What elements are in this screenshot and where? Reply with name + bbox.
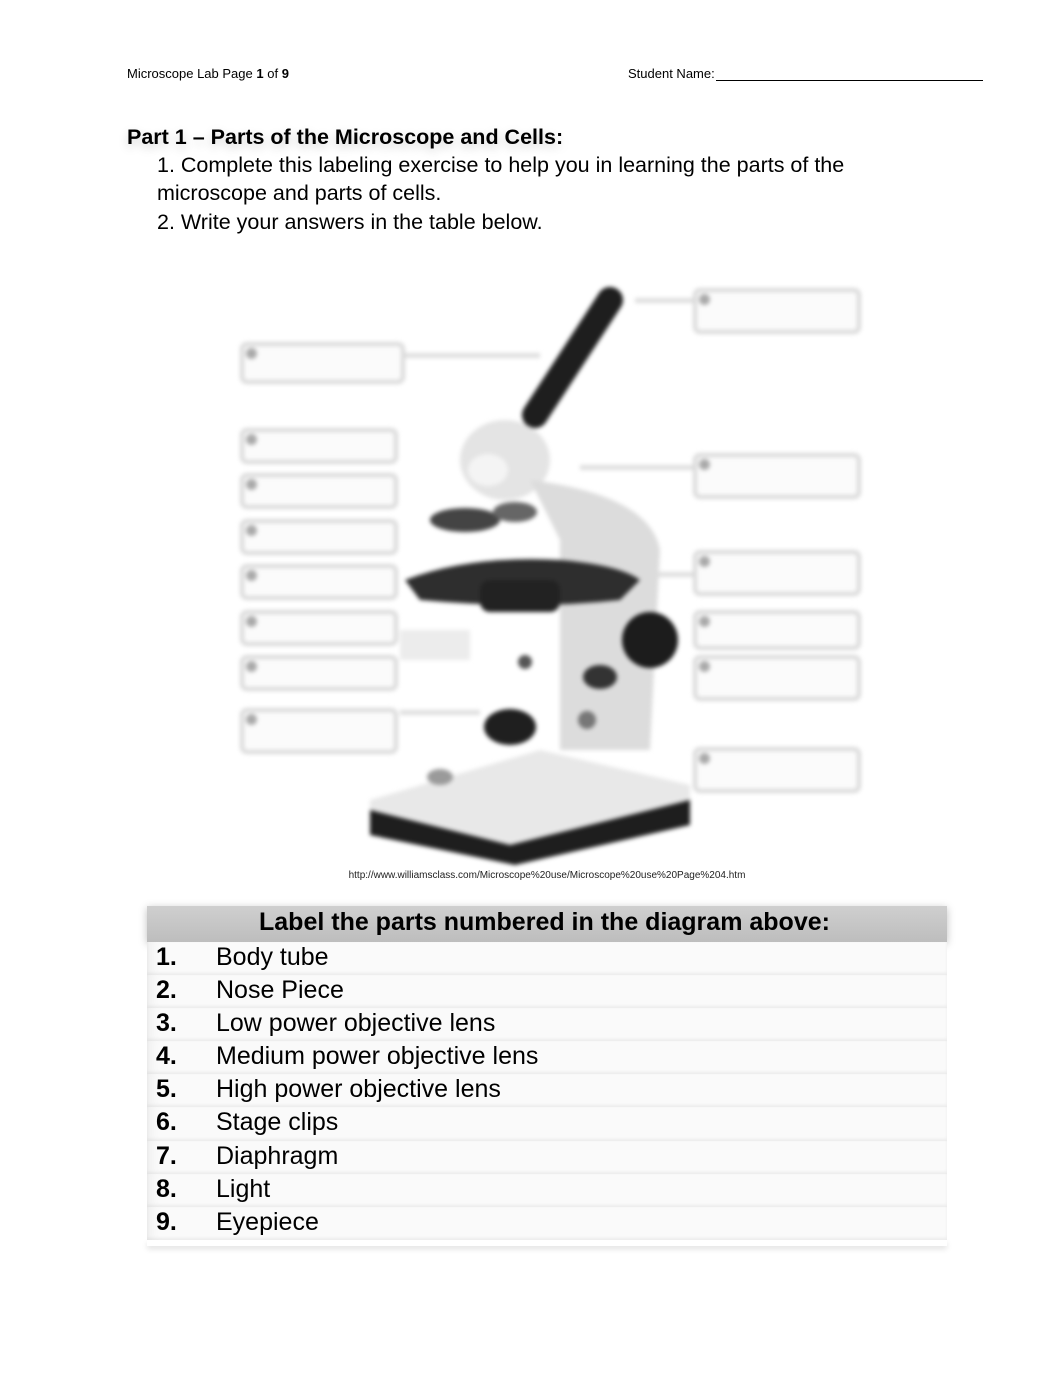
- label-number-dot: [246, 661, 257, 672]
- row-answer[interactable]: Medium power objective lens: [216, 1042, 538, 1071]
- label-number-dot: [246, 714, 257, 725]
- row-number: 7.: [156, 1141, 177, 1170]
- leader-line: [400, 353, 540, 358]
- label-number-dot: [246, 616, 257, 627]
- coarse-focus-knob: [622, 612, 678, 668]
- eyepiece-tube: [522, 287, 623, 428]
- label-number-dot: [246, 434, 257, 445]
- row-number: 3.: [156, 1009, 177, 1038]
- table-row: 6. Stage clips: [147, 1107, 947, 1141]
- label-number-dot: [699, 459, 710, 470]
- row-number: 2.: [156, 976, 177, 1005]
- label-box[interactable]: [693, 655, 861, 701]
- label-box[interactable]: [240, 708, 398, 754]
- doc-title: Microscope Lab Page: [127, 66, 253, 81]
- row-number: 9.: [156, 1207, 177, 1236]
- row-answer[interactable]: High power objective lens: [216, 1075, 501, 1104]
- leader-line: [400, 710, 480, 715]
- row-number: 6.: [156, 1108, 177, 1137]
- row-number: 4.: [156, 1042, 177, 1071]
- label-box[interactable]: [693, 747, 861, 793]
- student-name-field: Student Name:: [628, 66, 983, 81]
- label-number-dot: [699, 661, 710, 672]
- leader-line: [635, 298, 695, 303]
- row-answer[interactable]: Eyepiece: [216, 1208, 319, 1237]
- objective-lens: [430, 508, 500, 532]
- row-number: 5.: [156, 1075, 177, 1104]
- student-name-label: Student Name:: [628, 66, 715, 81]
- microscope-diagram: [230, 280, 870, 865]
- row-answer[interactable]: Stage clips: [216, 1108, 338, 1137]
- table-row: 2. Nose Piece: [147, 975, 947, 1009]
- answer-table: Label the parts numbered in the diagram …: [147, 906, 947, 1246]
- answer-table-header: Label the parts numbered in the diagram …: [147, 906, 947, 942]
- label-number-dot: [246, 525, 257, 536]
- page-of: of: [267, 66, 279, 81]
- page-header-title: Microscope Lab Page 1 of 9: [127, 66, 289, 81]
- leader-line: [580, 465, 695, 470]
- label-number-dot: [699, 753, 710, 764]
- label-box[interactable]: [693, 550, 861, 596]
- part-title: Part 1 – Parts of the Microscope and Cel…: [127, 125, 564, 149]
- row-answer[interactable]: Light: [216, 1175, 270, 1204]
- table-row: 1. Body tube: [147, 942, 947, 976]
- instruction-1: 1. Complete this labeling exercise to he…: [157, 153, 845, 205]
- label-number-dot: [246, 348, 257, 359]
- table-row: 4. Medium power objective lens: [147, 1041, 947, 1075]
- table-row: 8. Light: [147, 1173, 947, 1207]
- row-answer[interactable]: Body tube: [216, 943, 329, 972]
- label-number-dot: [699, 556, 710, 567]
- label-box[interactable]: [240, 428, 398, 464]
- label-number-dot: [246, 479, 257, 490]
- label-box[interactable]: [240, 342, 405, 384]
- label-number-dot: [699, 294, 710, 305]
- label-number-dot: [699, 616, 710, 627]
- label-box[interactable]: [240, 610, 398, 646]
- instruction-2: 2. Write your answers in the table below…: [157, 210, 543, 234]
- row-answer[interactable]: Nose Piece: [216, 976, 344, 1005]
- light-source: [484, 709, 536, 745]
- table-row: 3. Low power objective lens: [147, 1008, 947, 1042]
- leader-line: [400, 630, 470, 660]
- table-bottom-edge: [147, 1240, 947, 1246]
- label-box[interactable]: [693, 453, 861, 499]
- label-number-dot: [246, 570, 257, 581]
- table-row: 9. Eyepiece: [147, 1206, 947, 1240]
- student-name-blank[interactable]: [715, 66, 983, 81]
- table-row: 7. Diaphragm: [147, 1140, 947, 1174]
- label-box[interactable]: [240, 519, 398, 555]
- image-source-url: http://www.williamsclass.com/Microscope%…: [348, 870, 746, 881]
- label-box[interactable]: [693, 610, 861, 650]
- page-current: 1: [256, 66, 264, 81]
- row-number: 8.: [156, 1174, 177, 1203]
- stage-clip: [518, 655, 532, 669]
- label-box[interactable]: [240, 655, 398, 691]
- label-box[interactable]: [693, 288, 861, 334]
- row-number: 1.: [156, 943, 177, 971]
- answer-table-header-text: Label the parts numbered in the diagram …: [259, 908, 830, 936]
- label-box[interactable]: [240, 473, 398, 509]
- table-row: 5. High power objective lens: [147, 1074, 947, 1108]
- fine-focus-knob: [583, 665, 617, 689]
- page-total: 9: [281, 66, 289, 81]
- row-answer[interactable]: Low power objective lens: [216, 1009, 495, 1038]
- row-answer[interactable]: Diaphragm: [216, 1142, 338, 1171]
- label-box[interactable]: [240, 564, 398, 600]
